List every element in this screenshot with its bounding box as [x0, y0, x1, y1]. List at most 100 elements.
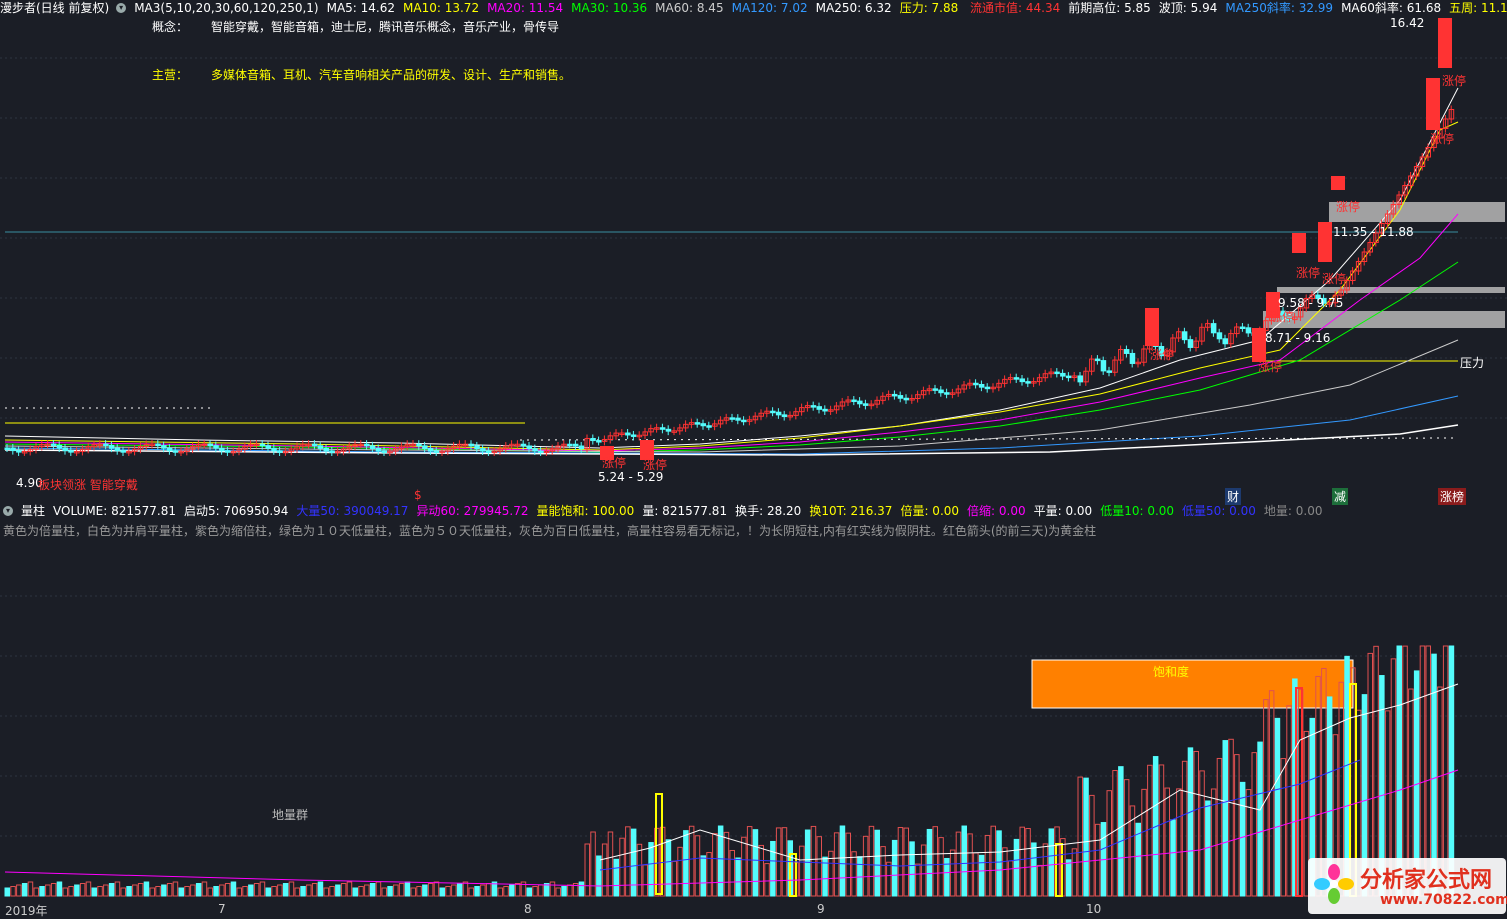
- volume-bar: [503, 886, 509, 897]
- volume-bar: [1222, 740, 1228, 897]
- volume-bar: [741, 836, 747, 897]
- volume-bar: [920, 844, 927, 897]
- volume-bar: [886, 861, 892, 897]
- volume-bar: [561, 886, 567, 897]
- x-axis-label: 8: [524, 902, 532, 916]
- volume-bar: [880, 846, 886, 897]
- volume-bar: [248, 884, 254, 897]
- volume-bar: [114, 881, 121, 897]
- volume-bar: [364, 884, 370, 897]
- volume-bar: [329, 886, 335, 897]
- volume-bar: [369, 883, 376, 897]
- volume-bar: [74, 884, 80, 897]
- volume-bar: [10, 886, 16, 897]
- volume-bar: [103, 884, 109, 897]
- volume-bar: [700, 855, 706, 897]
- volume-bar: [358, 886, 364, 897]
- volume-bar: [665, 839, 672, 897]
- volume-bar: [845, 832, 851, 897]
- volume-bar: [259, 881, 266, 897]
- volume-bar: [584, 843, 590, 897]
- volume-bar: [137, 883, 144, 897]
- volume-bar: [1187, 747, 1194, 897]
- volume-bar: [172, 881, 179, 897]
- volume-bar: [1025, 828, 1031, 897]
- volume-bar: [91, 887, 97, 897]
- flower-logo-icon: [1314, 864, 1354, 904]
- volume-bar: [445, 886, 451, 897]
- volume-bar: [1071, 848, 1078, 897]
- volume-bar: [410, 887, 416, 897]
- volume-bar: [161, 884, 167, 897]
- highlight-volume-bar: [1295, 687, 1303, 897]
- volume-bar: [265, 887, 271, 897]
- volume-bar: [68, 886, 74, 897]
- volume-bar: [973, 852, 979, 897]
- volume-bar: [961, 825, 967, 897]
- volume-bar: [97, 886, 103, 897]
- volume-bar: [1007, 860, 1014, 897]
- volume-bar: [398, 883, 405, 897]
- volume-bar: [474, 886, 480, 897]
- volume-bar: [219, 884, 225, 897]
- volume-bar: [340, 883, 347, 897]
- volume-bar: [1245, 789, 1252, 897]
- volume-bar: [984, 834, 991, 897]
- volume-bar: [538, 884, 544, 897]
- volume-bar: [868, 825, 875, 897]
- volume-bar: [468, 887, 474, 897]
- volume-bar: [439, 887, 445, 897]
- volume-bar: [642, 864, 648, 897]
- volume-bar: [1228, 738, 1234, 897]
- volume-bar: [1176, 788, 1182, 897]
- volume-bar: [207, 887, 213, 897]
- volume-bar: [132, 884, 138, 897]
- volume-bar: [427, 883, 434, 897]
- volume-bar: [932, 826, 938, 897]
- volume-bar: [300, 886, 306, 897]
- volume-bar: [706, 852, 712, 897]
- volume-bar: [433, 881, 440, 897]
- volume-bar: [839, 825, 846, 897]
- volume-bar: [775, 827, 782, 897]
- volume-bar: [1274, 717, 1281, 897]
- volume-bar: [735, 857, 741, 897]
- volume-bar: [335, 884, 341, 897]
- volume-bar: [770, 840, 776, 897]
- volume-bar: [1257, 741, 1263, 897]
- volume-bar: [891, 839, 898, 897]
- volume-bar: [1181, 760, 1188, 897]
- volume-bar: [1118, 766, 1124, 897]
- volume-bar: [1164, 787, 1170, 897]
- volume-bar: [346, 881, 353, 897]
- volume-bar: [50, 883, 57, 897]
- volume-bar: [816, 836, 822, 897]
- volume-bar: [1158, 764, 1165, 897]
- volume-bar: [120, 887, 126, 897]
- volume-chart[interactable]: [0, 0, 1507, 916]
- volume-bar: [497, 887, 503, 897]
- volume-bar: [1286, 705, 1292, 897]
- volume-bar: [282, 883, 289, 897]
- volume-bar: [1280, 758, 1286, 897]
- volume-bar: [190, 884, 196, 897]
- volume-bar: [729, 849, 735, 897]
- volume-bar: [126, 886, 132, 897]
- volume-bar: [230, 881, 237, 897]
- volume-bar: [85, 881, 92, 897]
- volume-bar: [509, 884, 515, 897]
- volume-bar: [723, 831, 730, 897]
- volume-bar: [393, 884, 399, 897]
- volume-bar: [851, 851, 857, 897]
- volume-bar: [833, 832, 840, 897]
- watermark-title: 分析家公式网: [1360, 868, 1493, 893]
- volume-bar: [1002, 847, 1008, 897]
- volume-bar: [4, 887, 10, 897]
- volume-bar: [752, 829, 759, 897]
- volume-bar: [578, 881, 585, 897]
- volume-bar: [549, 881, 556, 897]
- volume-bar: [978, 854, 985, 897]
- volume-bar: [56, 881, 63, 897]
- x-axis-label: 2019年: [5, 904, 48, 918]
- volume-bar: [949, 849, 956, 897]
